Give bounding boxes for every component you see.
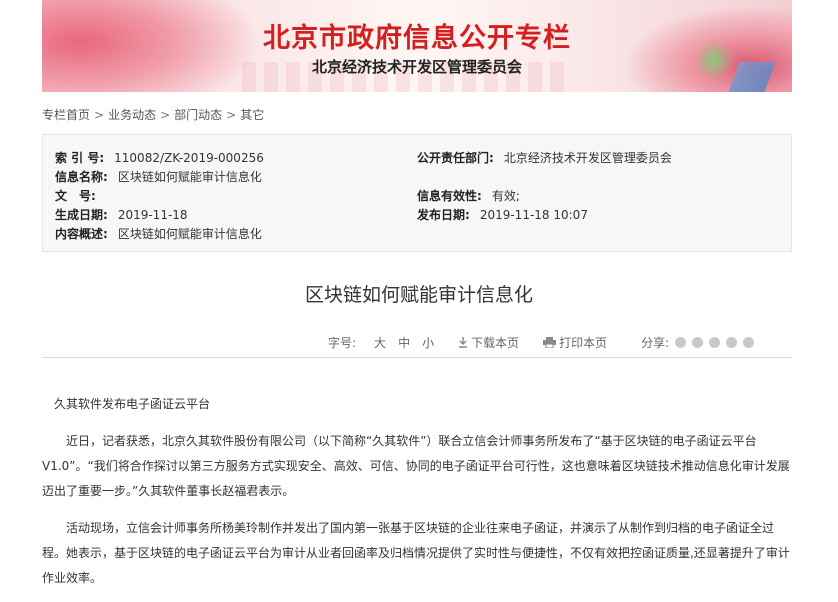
share-wechat-icon[interactable]: [692, 337, 704, 348]
share-qzone-icon[interactable]: [726, 337, 738, 348]
breadcrumb-home[interactable]: 专栏首页: [42, 108, 90, 122]
share-plus-icon[interactable]: [675, 337, 687, 348]
share-bar: 分享:: [641, 334, 755, 351]
font-size-large[interactable]: 大: [374, 334, 386, 351]
article-title: 区块链如何赋能审计信息化: [304, 284, 533, 306]
breadcrumb: 专栏首页 > 业务动态 > 部门动态 > 其它: [42, 108, 265, 122]
font-size-options: 大 中 小: [374, 334, 434, 351]
download-icon: [459, 337, 468, 348]
article-toolbar: 字号: 大 中 小 下载本页 打印本页 分享:: [328, 334, 755, 351]
meta-validity: 信息有效性: 有效;: [417, 189, 520, 203]
share-label: 分享:: [641, 336, 670, 350]
banner-subtitle: 北京经济技术开发区管理委员会: [311, 58, 522, 76]
share-qq-icon[interactable]: [743, 337, 755, 348]
breadcrumb-department[interactable]: 部门动态: [174, 108, 222, 122]
banner-title: 北京市政府信息公开专栏: [263, 23, 571, 54]
meta-index: 索 引 号: 110082/ZK-2019-000256: [55, 151, 264, 165]
font-size-medium[interactable]: 中: [398, 334, 410, 351]
meta-dept: 公开责任部门: 北京经济技术开发区管理委员会: [417, 151, 672, 165]
share-weibo-icon[interactable]: [709, 337, 721, 348]
meta-docno: 文 号:: [55, 189, 96, 203]
meta-summary: 内容概述: 区块链如何赋能审计信息化: [55, 227, 262, 241]
breadcrumb-business[interactable]: 业务动态: [108, 108, 156, 122]
meta-name: 信息名称: 区块链如何赋能审计信息化: [55, 170, 262, 184]
toolbar-divider: [42, 357, 792, 358]
breadcrumb-other[interactable]: 其它: [240, 108, 264, 122]
print-page-button[interactable]: 打印本页: [543, 334, 607, 351]
article-paragraph: 活动现场，立信会计师事务所杨美玲制作并发出了国内第一张基于区块链的企业往来电子函…: [42, 521, 790, 585]
header-banner: 北京市政府信息公开专栏 北京经济技术开发区管理委员会: [42, 0, 792, 92]
article-paragraph: 久其软件发布电子函证云平台: [54, 397, 211, 411]
meta-created: 生成日期: 2019-11-18: [55, 208, 188, 222]
meta-published: 发布日期: 2019-11-18 10:07: [417, 208, 588, 222]
download-page-button[interactable]: 下载本页: [458, 334, 519, 351]
printer-icon: [543, 337, 557, 348]
article-paragraph: 近日，记者获悉，北京久其软件股份有限公司（以下简称“久其软件”）联合立信会计师事…: [42, 434, 790, 498]
font-size-label: 字号:: [328, 336, 357, 350]
info-meta-box: 索 引 号: 110082/ZK-2019-000256 公开责任部门: 北京经济技…: [42, 134, 792, 252]
font-size-small[interactable]: 小: [422, 334, 434, 351]
